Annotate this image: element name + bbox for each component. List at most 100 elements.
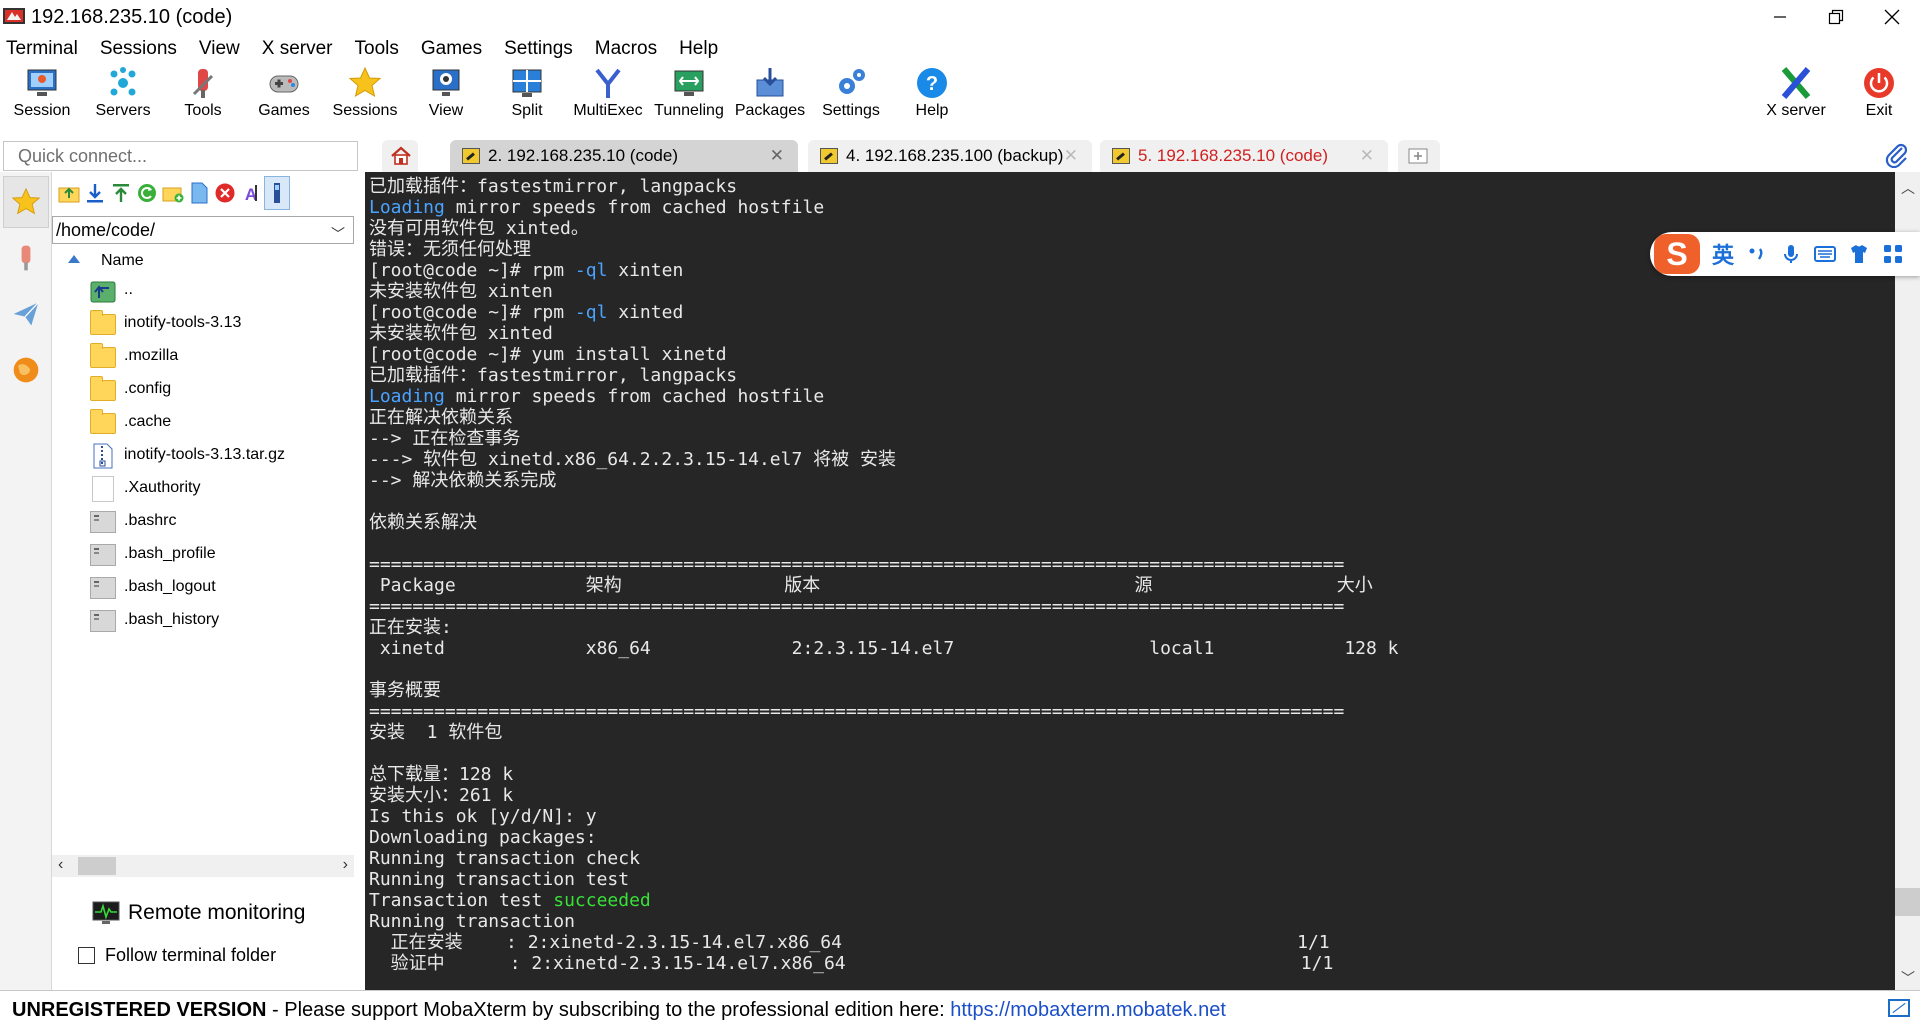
file-list-header[interactable]: Name [52, 248, 354, 274]
file-list-item[interactable]: .bash_profile [52, 538, 354, 571]
file-list-item[interactable]: .cache [52, 406, 354, 439]
home-tab[interactable] [382, 140, 418, 172]
follow-terminal-folder[interactable]: Follow terminal folder [78, 945, 276, 966]
scroll-right-icon[interactable]: › [343, 856, 348, 874]
scrollbar-thumb[interactable] [78, 857, 116, 875]
ime-language-toggle[interactable]: 英 [1712, 238, 1734, 270]
terminal-text-segment: --> 解决依赖关系完成 [369, 470, 557, 491]
terminal-output[interactable]: 已加载插件：fastestmirror, langpacks Loading mi… [365, 172, 1895, 990]
scroll-left-icon[interactable]: ‹ [58, 856, 63, 874]
tab-session-2[interactable]: 2. 192.168.235.10 (code) ✕ [450, 140, 798, 172]
rename-icon[interactable]: A [240, 182, 262, 204]
refresh-icon[interactable] [136, 182, 158, 204]
chevron-down-icon[interactable]: ﹀ [331, 221, 345, 247]
scrollbar-thumb[interactable] [1895, 888, 1920, 916]
keyboard-icon[interactable] [1814, 243, 1837, 265]
new-file-icon[interactable] [188, 182, 210, 204]
parent-folder-icon[interactable] [58, 182, 80, 204]
terminal-line: Downloading packages: [369, 827, 1399, 848]
split-button[interactable]: Split [487, 64, 567, 130]
toolbox-grid-icon[interactable] [1882, 243, 1904, 265]
close-tab-icon[interactable]: ✕ [770, 146, 784, 166]
menu-sessions[interactable]: Sessions [100, 38, 177, 60]
path-field[interactable]: /home/code/ ﹀ [52, 216, 354, 244]
sidebar-sftp-tab[interactable] [3, 288, 49, 340]
horizontal-scrollbar[interactable]: ‹ › [52, 855, 354, 877]
sidebar-tools-tab[interactable] [3, 232, 49, 284]
settings-button[interactable]: Settings [811, 64, 891, 130]
quick-connect-input[interactable]: Quick connect... [3, 141, 358, 171]
close-tab-icon[interactable]: ✕ [1064, 146, 1078, 166]
path-value: /home/code/ [56, 220, 156, 240]
tunneling-button[interactable]: Tunneling [649, 64, 729, 130]
terminal-line: ========================================… [369, 701, 1399, 722]
terminal-text-segment: Loading [369, 386, 445, 407]
sidebar-macros-tab[interactable] [3, 344, 49, 396]
exit-button[interactable]: Exit [1839, 64, 1919, 130]
file-list-item[interactable]: inotify-tools-3.13.tar.gz [52, 439, 354, 472]
tools-button[interactable]: Tools [163, 64, 243, 130]
terminal-scrollbar[interactable]: ︿ ﹀ [1895, 172, 1920, 990]
download-icon[interactable] [84, 182, 106, 204]
multiexec-button[interactable]: MultiExec [568, 64, 648, 130]
menu-x-server[interactable]: X server [262, 38, 333, 60]
minimize-button[interactable] [1752, 0, 1808, 34]
upload-icon[interactable] [110, 182, 132, 204]
file-list-item[interactable]: inotify-tools-3.13 [52, 307, 354, 340]
packages-button[interactable]: Packages [730, 64, 810, 130]
scroll-down-icon[interactable]: ﹀ [1901, 968, 1915, 988]
menu-macros[interactable]: Macros [595, 38, 657, 60]
menu-settings[interactable]: Settings [504, 38, 573, 60]
file-list-item[interactable]: .Xauthority [52, 472, 354, 505]
scroll-up-icon[interactable]: ︿ [1901, 178, 1915, 198]
delete-icon[interactable] [214, 182, 236, 204]
x-server-button[interactable]: X server [1756, 64, 1836, 130]
menu-view[interactable]: View [199, 38, 240, 60]
file-properties-button[interactable] [264, 176, 290, 210]
close-window-button[interactable] [1864, 0, 1920, 34]
new-folder-icon[interactable] [162, 182, 184, 204]
file-list-item[interactable]: .. [52, 274, 354, 307]
terminal-text-segment: 安装 1 软件包 [369, 722, 503, 743]
file-name: .bash_profile [124, 545, 216, 562]
restore-button[interactable] [1808, 0, 1864, 34]
menu-games[interactable]: Games [421, 38, 482, 60]
x-server-status-icon[interactable] [1888, 999, 1910, 1017]
menu-terminal[interactable]: Terminal [6, 38, 78, 60]
file-list-item[interactable]: .config [52, 373, 354, 406]
tools-icon [21, 245, 31, 271]
ime-toolbar[interactable]: S 英 [1650, 232, 1920, 276]
terminal-tab-icon [462, 148, 480, 164]
skin-shirt-icon[interactable] [1848, 243, 1870, 265]
close-tab-icon[interactable]: ✕ [1360, 146, 1374, 166]
minimize-icon [1774, 16, 1786, 18]
file-list-item[interactable]: .mozilla [52, 340, 354, 373]
view-button[interactable]: View [406, 64, 486, 130]
punctuation-icon[interactable] [1746, 243, 1768, 265]
help-button[interactable]: ? Help [892, 64, 972, 130]
new-tab-button[interactable] [1398, 140, 1440, 172]
remote-monitoring-button[interactable]: Remote monitoring [92, 897, 305, 929]
restore-icon [1828, 9, 1844, 25]
sidebar-sessions-tab[interactable] [3, 176, 49, 228]
attachment-icon[interactable] [1884, 142, 1910, 168]
sogou-logo-icon[interactable]: S [1654, 234, 1700, 274]
follow-terminal-checkbox[interactable] [78, 947, 95, 964]
file-list-item[interactable]: .bash_logout [52, 571, 354, 604]
folder-icon [90, 343, 116, 370]
terminal-text: 已加载插件：fastestmirror, langpacks Loading mi… [369, 176, 1399, 974]
microphone-icon[interactable] [1780, 243, 1802, 265]
games-button[interactable]: Games [244, 64, 324, 130]
tab-session-5[interactable]: 5. 192.168.235.10 (code) ✕ [1100, 140, 1388, 172]
power-icon [1864, 68, 1894, 98]
file-list-item[interactable]: .bash_history [52, 604, 354, 637]
terminal-line: 依赖关系解决 [369, 512, 1399, 533]
session-button[interactable]: Session [2, 64, 82, 130]
tab-session-4[interactable]: 4. 192.168.235.100 (backup) ✕ [808, 140, 1092, 172]
mobaxterm-link[interactable]: https://mobaxterm.mobatek.net [950, 999, 1226, 1021]
menu-tools[interactable]: Tools [355, 38, 399, 60]
file-list-item[interactable]: .bashrc [52, 505, 354, 538]
sessions-button[interactable]: Sessions [325, 64, 405, 130]
servers-button[interactable]: Servers [83, 64, 163, 130]
menu-help[interactable]: Help [679, 38, 718, 60]
